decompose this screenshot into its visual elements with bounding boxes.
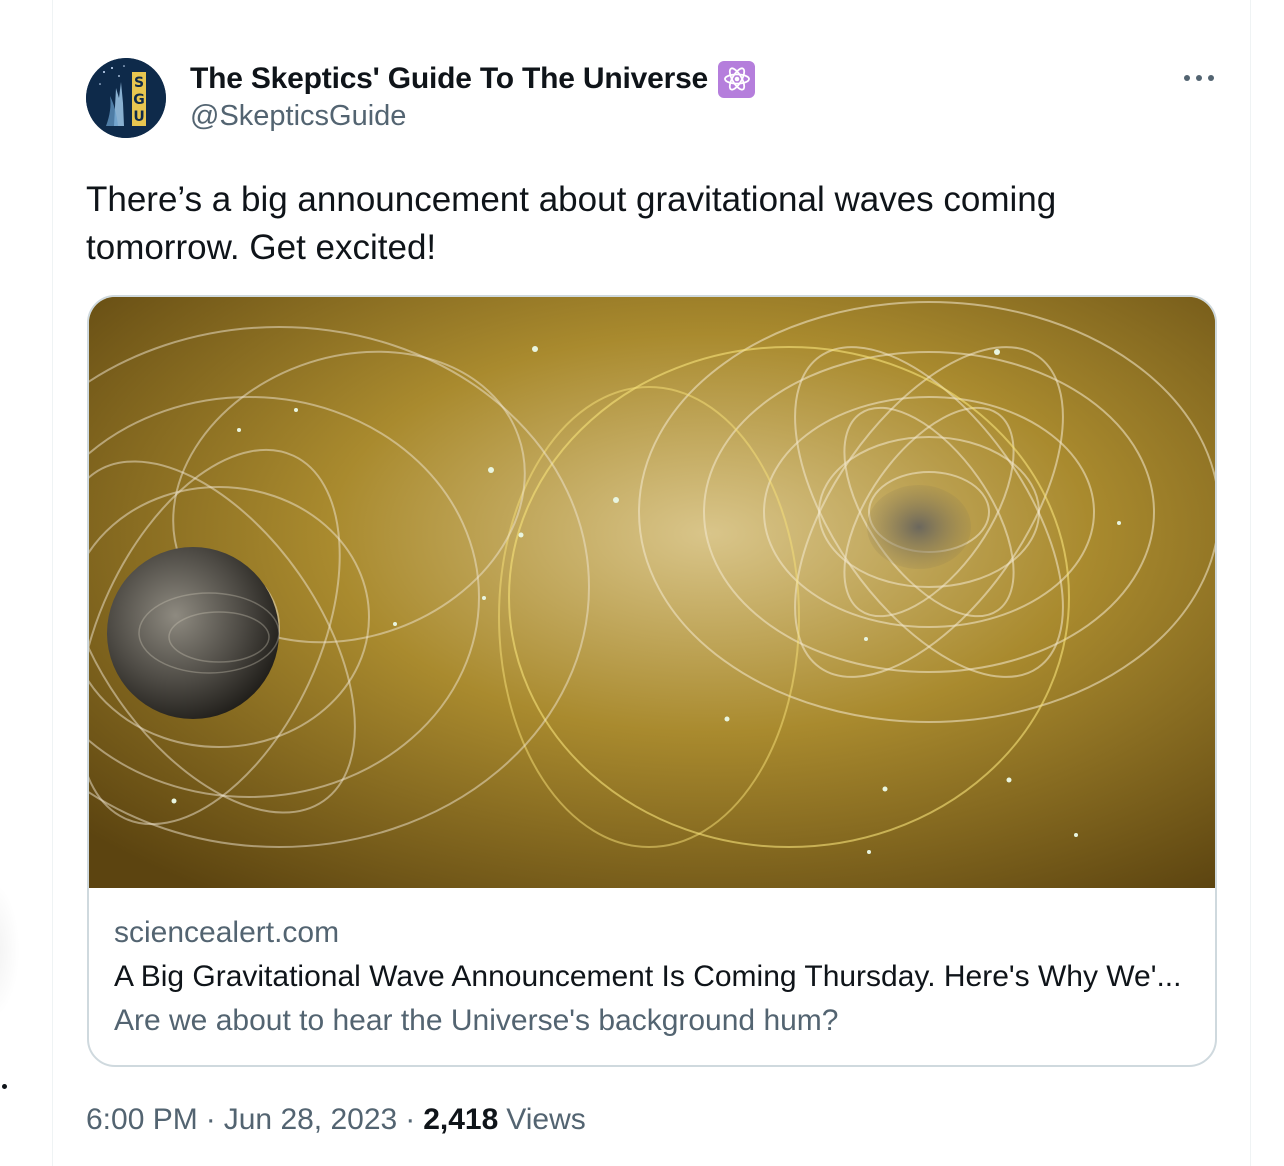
card-title[interactable]: A Big Gravitational Wave Announcement Is… [114, 960, 1199, 994]
card-description[interactable]: Are we about to hear the Universe's back… [114, 1004, 838, 1038]
tweet-meta: 6:00 PM · Jun 28, 2023 · 2,418 Views [86, 1100, 586, 1140]
svg-text:U: U [133, 109, 144, 125]
svg-text:S: S [134, 75, 144, 91]
gravitational-waves-image [89, 297, 1215, 888]
author-handle[interactable]: @SkepticsGuide [190, 100, 406, 133]
meta-separator: · [405, 1103, 416, 1136]
tweet-text: There’s a big announcement about gravita… [86, 180, 1057, 267]
timeline-border-left [52, 0, 53, 1166]
views-count[interactable]: 2,418 [423, 1103, 498, 1137]
edge-shadow [0, 880, 20, 1020]
tweet-time[interactable]: 6:00 PM [86, 1103, 198, 1137]
more-options-button[interactable] [1180, 64, 1218, 92]
more-dots-icon [1184, 75, 1214, 81]
link-card[interactable]: sciencealert.com A Big Gravitational Wav… [87, 295, 1217, 1067]
card-image[interactable] [89, 297, 1215, 888]
atom-icon [718, 60, 756, 98]
sgu-logo-icon: S G U [86, 58, 166, 138]
tweet-date[interactable]: Jun 28, 2023 [224, 1103, 397, 1137]
timeline-border-right [1250, 0, 1251, 1166]
avatar[interactable]: S G U [86, 58, 166, 138]
meta-separator: · [205, 1103, 216, 1136]
edge-dot [2, 1084, 7, 1089]
author-display-name[interactable]: The Skeptics' Guide To The Universe [190, 62, 708, 96]
author-name-row[interactable]: The Skeptics' Guide To The Universe [190, 58, 756, 100]
views-label[interactable]: Views [506, 1103, 585, 1137]
card-domain[interactable]: sciencealert.com [114, 916, 339, 950]
tweet-page: S G U The Skeptics' Guide To The Univers… [0, 0, 1284, 1166]
svg-text:G: G [133, 92, 145, 108]
